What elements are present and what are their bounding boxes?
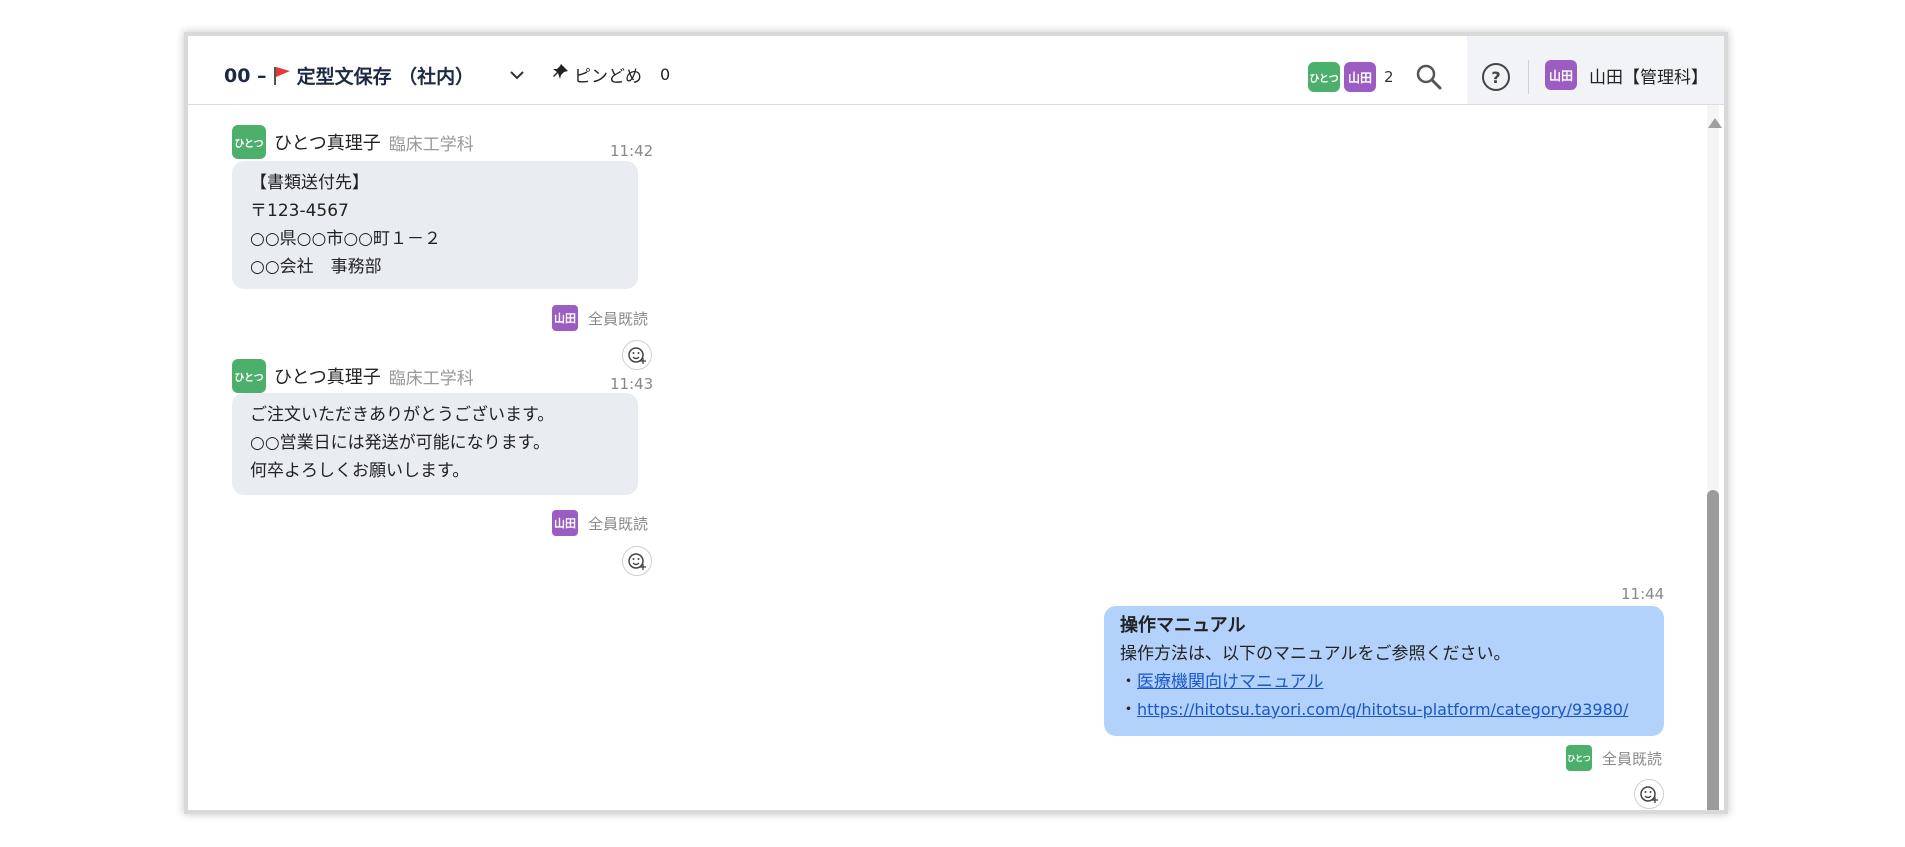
pin-button[interactable]: ピンどめ 0 [552, 62, 670, 87]
message-line: ○○会社 事務部 [250, 257, 382, 277]
message-time: 11:44 [1621, 585, 1665, 603]
message-line: 【書類送付先】 [250, 173, 369, 193]
sender-avatar[interactable]: ひとつ [232, 125, 266, 159]
message-bubble: ご注文いただきありがとうございます。 ○○営業日には発送が可能になります。 何卒… [232, 393, 638, 495]
room-title-text: 定型文保存 （社内） [296, 66, 475, 88]
red-flag-icon [273, 66, 291, 86]
room-title[interactable]: 00 – 定型文保存 （社内） [224, 62, 474, 89]
read-label: 全員既読 [588, 309, 649, 328]
bullet: ・ [1120, 672, 1137, 692]
read-label: 全員既読 [588, 514, 649, 533]
url-link[interactable]: https://hitotsu.tayori.com/q/hitotsu-pla… [1137, 700, 1628, 719]
message-time: 11:42 [610, 142, 654, 160]
bullet: ・ [1120, 700, 1137, 720]
room-title-prefix: 00 – [224, 64, 267, 87]
member-avatar: 山田 [1344, 62, 1376, 92]
reader-avatar: 山田 [552, 510, 578, 536]
message-line: ○○県○○市○○町１－２ [250, 229, 442, 249]
read-status[interactable]: ひとつ 全員既読 [1566, 745, 1662, 771]
scroll-up-arrow-icon[interactable] [1708, 118, 1722, 128]
scrollbar-thumb[interactable] [1707, 490, 1719, 810]
svg-text:?: ? [1491, 68, 1500, 87]
sender-department: 臨床工学科 [388, 134, 474, 155]
user-avatar: 山田 [1545, 60, 1577, 90]
reader-avatar: ひとつ [1566, 745, 1592, 771]
add-reaction-icon[interactable] [1634, 779, 1664, 809]
message-line: ・医療機関向けマニュアル [1120, 668, 1648, 696]
message-header: ひとつ ひとつ真理子 臨床工学科 [232, 359, 474, 393]
read-label: 全員既読 [1602, 749, 1663, 768]
sender-department: 臨床工学科 [388, 368, 474, 389]
chat-header: 00 – 定型文保存 （社内） ピンどめ 0 ひとつ 山田 2 ? 山田 山田【… [188, 36, 1724, 105]
message-header: ひとつ ひとつ真理子 臨床工学科 [232, 125, 474, 159]
sender-name: ひとつ真理子 [274, 367, 381, 388]
add-reaction-icon[interactable] [622, 546, 652, 576]
reader-avatar: 山田 [552, 305, 578, 331]
add-reaction-icon[interactable] [622, 340, 652, 370]
message-line: 何卒よろしくお願いします。 [250, 461, 470, 481]
member-avatar: ひとつ [1308, 62, 1340, 92]
message-time: 11:43 [610, 375, 654, 393]
chevron-down-icon[interactable] [506, 64, 528, 86]
header-divider [1528, 60, 1529, 94]
user-name: 山田【管理科】 [1589, 67, 1708, 88]
chat-window: 00 – 定型文保存 （社内） ピンどめ 0 ひとつ 山田 2 ? 山田 山田【… [188, 36, 1724, 810]
help-icon[interactable]: ? [1479, 60, 1513, 94]
pin-count: 0 [660, 65, 671, 84]
message-line: 操作方法は、以下のマニュアルをご参照ください。 [1120, 644, 1511, 664]
read-status[interactable]: 山田 全員既読 [552, 305, 648, 331]
pin-label: ピンどめ [574, 67, 642, 87]
message-line: ・https://hitotsu.tayori.com/q/hitotsu-pl… [1120, 696, 1648, 724]
user-menu[interactable]: 山田 山田【管理科】 [1545, 60, 1708, 90]
message-bubble-own: 操作マニュアル 操作方法は、以下のマニュアルをご参照ください。 ・医療機関向けマ… [1104, 606, 1664, 736]
member-count: 2 [1384, 68, 1394, 86]
read-status[interactable]: 山田 全員既読 [552, 510, 648, 536]
message-list: ひとつ ひとつ真理子 臨床工学科 11:42 【書類送付先】 〒123-4567… [188, 105, 1724, 810]
pin-icon [552, 63, 570, 86]
member-list-button[interactable]: ひとつ 山田 2 [1308, 62, 1394, 92]
message-line: 〒123-4567 [250, 201, 349, 221]
message-line: ○○営業日には発送が可能になります。 [250, 433, 550, 453]
sender-avatar[interactable]: ひとつ [232, 359, 266, 393]
message-title: 操作マニュアル [1120, 615, 1246, 636]
search-icon[interactable] [1414, 62, 1444, 92]
sender-name: ひとつ真理子 [274, 133, 381, 154]
manual-link[interactable]: 医療機関向けマニュアル [1137, 672, 1324, 692]
message-line: ご注文いただきありがとうございます。 [250, 405, 555, 425]
message-bubble: 【書類送付先】 〒123-4567 ○○県○○市○○町１－２ ○○会社 事務部 [232, 161, 638, 289]
